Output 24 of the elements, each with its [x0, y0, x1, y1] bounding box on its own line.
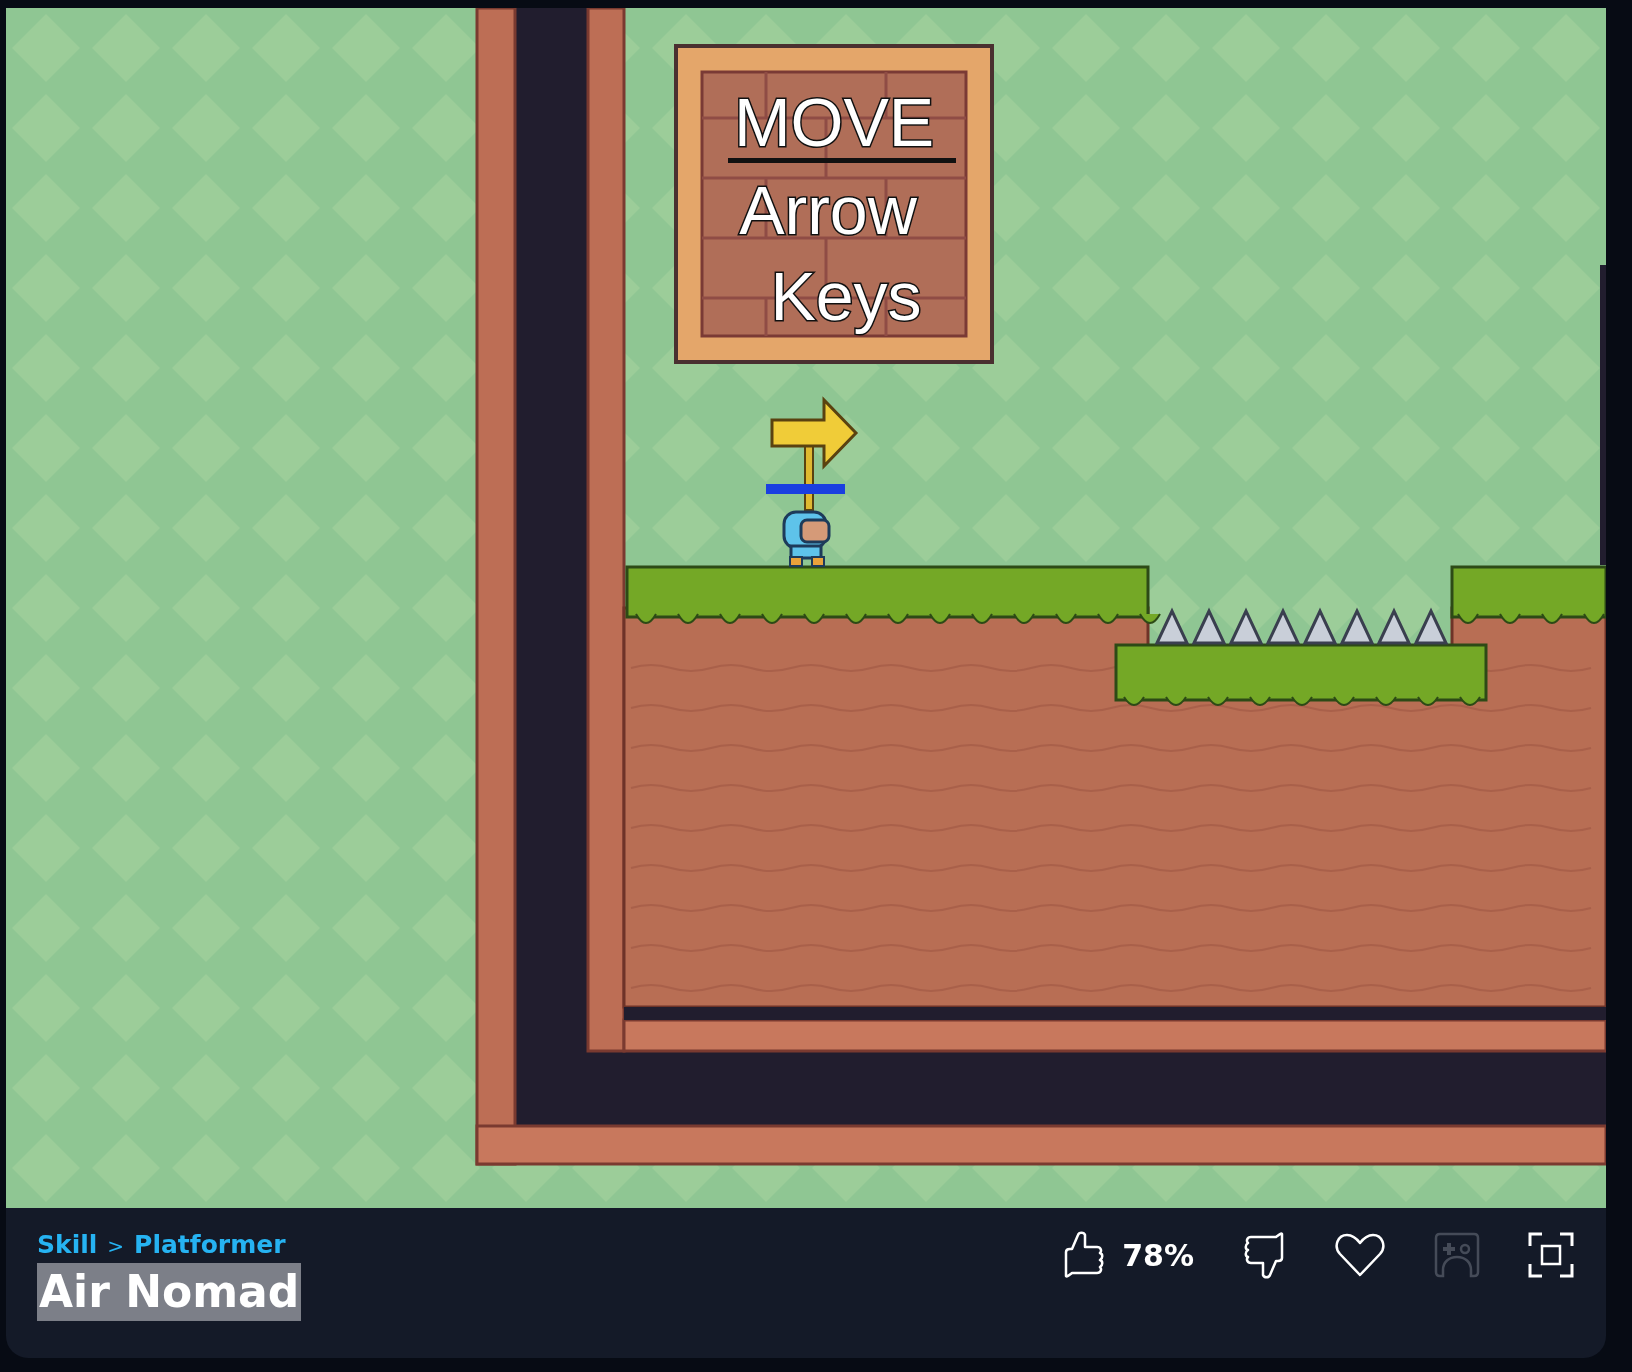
spike — [1376, 607, 1412, 645]
sign-text: Keys — [770, 258, 922, 334]
astronaut-sprite — [782, 510, 831, 567]
sign-text: MOVE — [733, 84, 935, 160]
breadcrumb-link[interactable]: Skill — [37, 1230, 98, 1259]
thumbs-down-icon — [1242, 1230, 1286, 1280]
game-title: Air Nomad — [37, 1263, 302, 1321]
dislike-button[interactable] — [1242, 1230, 1286, 1280]
spike — [1265, 607, 1301, 645]
spike — [1191, 607, 1227, 645]
spike — [1228, 607, 1264, 645]
heart-icon — [1334, 1232, 1386, 1278]
spike — [1154, 607, 1190, 645]
favorite-button[interactable] — [1334, 1232, 1386, 1278]
fullscreen-icon — [1528, 1232, 1574, 1278]
spike — [1302, 607, 1338, 645]
like-button[interactable]: 78% — [1062, 1230, 1194, 1280]
breadcrumb-link[interactable]: Platformer — [134, 1230, 286, 1259]
gamepad-icon — [1434, 1232, 1480, 1278]
breadcrumb-separator: > — [107, 1234, 125, 1258]
fullscreen-button[interactable] — [1528, 1232, 1574, 1278]
spike — [1413, 607, 1449, 645]
sign-text: Arrow — [739, 172, 917, 248]
spike — [1339, 607, 1375, 645]
